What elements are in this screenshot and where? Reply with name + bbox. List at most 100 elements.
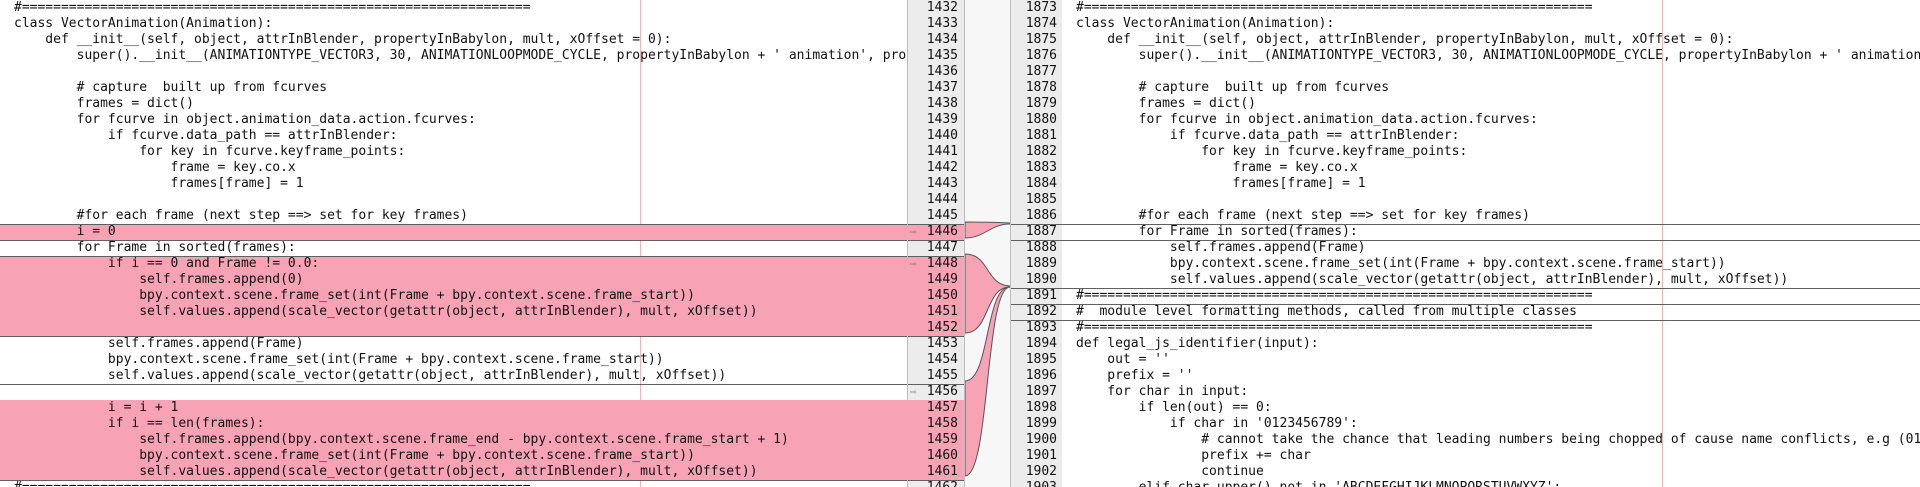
left-code-line[interactable]: self.values.append(scale_vector(getattr(… xyxy=(0,368,907,384)
left-code-line[interactable]: #for each frame (next step ==> set for k… xyxy=(0,208,907,224)
left-code-line[interactable] xyxy=(0,384,907,400)
left-code-line[interactable]: #=======================================… xyxy=(0,0,907,16)
left-code-line[interactable] xyxy=(0,320,907,336)
right-code-line[interactable]: class VectorAnimation(Animation): xyxy=(1062,16,1920,32)
left-code-line[interactable]: for key in fcurve.keyframe_points: xyxy=(0,144,907,160)
left-code-line[interactable]: for Frame in sorted(frames): xyxy=(0,240,907,256)
code-text: #=======================================… xyxy=(1076,320,1593,335)
left-code-line[interactable]: for fcurve in object.animation_data.acti… xyxy=(0,112,907,128)
left-code-line[interactable] xyxy=(0,192,907,208)
right-code-line[interactable]: #=======================================… xyxy=(1062,0,1920,16)
diff-connector xyxy=(965,0,1010,487)
code-text: for char in input: xyxy=(1076,384,1249,399)
line-number: 1452 xyxy=(908,320,964,336)
right-code-line[interactable] xyxy=(1062,192,1920,208)
right-code-line[interactable]: frames = dict() xyxy=(1062,96,1920,112)
right-code-line[interactable]: out = '' xyxy=(1062,352,1920,368)
right-code-line[interactable]: self.values.append(scale_vector(getattr(… xyxy=(1062,272,1920,288)
code-text: for fcurve in object.animation_data.acti… xyxy=(1076,112,1538,127)
right-code-line[interactable]: if len(out) == 0: xyxy=(1062,400,1920,416)
line-number: 1442 xyxy=(926,160,958,175)
right-code-line[interactable]: for char in input: xyxy=(1062,384,1920,400)
code-text: bpy.context.scene.frame_set(int(Frame + … xyxy=(1076,256,1726,271)
line-number: 1882 xyxy=(1025,144,1057,159)
right-code-line[interactable]: prefix += char xyxy=(1062,448,1920,464)
right-code-line[interactable]: frames[frame] = 1 xyxy=(1062,176,1920,192)
right-code-line[interactable]: def legal_js_identifier(input): xyxy=(1062,336,1920,352)
line-number: 1460 xyxy=(908,448,964,464)
right-code-line[interactable]: # module level formatting methods, calle… xyxy=(1062,304,1920,320)
right-code-line[interactable]: if fcurve.data_path == attrInBlender: xyxy=(1062,128,1920,144)
left-code-line[interactable] xyxy=(0,64,907,80)
line-number: 1884 xyxy=(1025,176,1057,191)
code-text: def __init__(self, object, attrInBlender… xyxy=(14,32,672,47)
line-number: 1462 xyxy=(927,480,958,487)
line-number: 1901 xyxy=(1025,448,1057,463)
right-code-line[interactable]: #for each frame (next step ==> set for k… xyxy=(1062,208,1920,224)
left-code-line[interactable]: if i == len(frames): xyxy=(0,416,907,432)
left-code-line[interactable]: super().__init__(ANIMATIONTYPE_VECTOR3, … xyxy=(0,48,907,64)
code-text: #for each frame (next step ==> set for k… xyxy=(14,208,468,223)
left-code-line[interactable]: bpy.context.scene.frame_set(int(Frame + … xyxy=(0,352,907,368)
right-code-line[interactable]: continue xyxy=(1062,464,1920,480)
code-text: self.values.append(scale_vector(getattr(… xyxy=(1076,272,1789,287)
right-code-pane[interactable]: #=======================================… xyxy=(1062,0,1920,487)
left-code-line[interactable]: i = 0 xyxy=(0,224,907,240)
left-code-line[interactable]: self.values.append(scale_vector(getattr(… xyxy=(0,304,907,320)
right-code-line[interactable]: prefix = '' xyxy=(1062,368,1920,384)
right-code-line[interactable]: for fcurve in object.animation_data.acti… xyxy=(1062,112,1920,128)
line-number: 1439 xyxy=(926,112,958,127)
diff-arrow-icon[interactable]: ⇨ xyxy=(910,384,923,400)
right-code-line[interactable]: super().__init__(ANIMATIONTYPE_VECTOR3, … xyxy=(1062,48,1920,64)
line-number: 1453 xyxy=(926,336,958,351)
code-text: i = i + 1 xyxy=(14,400,179,415)
left-code-line[interactable]: bpy.context.scene.frame_set(int(Frame + … xyxy=(0,448,907,464)
line-number: 1892 xyxy=(1025,304,1057,319)
right-code-line[interactable]: for Frame in sorted(frames): xyxy=(1062,224,1920,240)
left-code-line[interactable]: # capture built up from fcurves xyxy=(0,80,907,96)
right-code-line[interactable]: #=======================================… xyxy=(1062,288,1920,304)
left-code-line[interactable]: self.values.append(scale_vector(getattr(… xyxy=(0,464,907,480)
right-code-line[interactable]: self.frames.append(Frame) xyxy=(1062,240,1920,256)
code-text: frames[frame] = 1 xyxy=(14,176,304,191)
left-code-line[interactable]: if i == 0 and Frame != 0.0: xyxy=(0,256,907,272)
left-code-line[interactable]: self.frames.append(0) xyxy=(0,272,907,288)
right-code-line[interactable]: #=======================================… xyxy=(1062,320,1920,336)
left-code-line[interactable]: class VectorAnimation(Animation): xyxy=(0,16,907,32)
left-code-line[interactable]: i = i + 1 xyxy=(0,400,907,416)
code-text: if fcurve.data_path == attrInBlender: xyxy=(14,128,398,143)
diff-block-edge xyxy=(1062,288,1920,289)
right-code-line[interactable]: # capture built up from fcurves xyxy=(1062,80,1920,96)
line-number: 1447 xyxy=(926,240,958,255)
code-text: super().__init__(ANIMATIONTYPE_VECTOR3, … xyxy=(76,48,907,63)
line-number: 1899 xyxy=(1025,416,1057,431)
left-code-line[interactable]: frame = key.co.x xyxy=(0,160,907,176)
left-code-pane[interactable]: #=======================================… xyxy=(0,0,907,487)
code-text: if char in '0123456789': xyxy=(1076,416,1358,431)
right-code-line[interactable]: bpy.context.scene.frame_set(int(Frame + … xyxy=(1062,256,1920,272)
left-code-line[interactable]: self.frames.append(bpy.context.scene.fra… xyxy=(0,432,907,448)
right-code-line[interactable]: frame = key.co.x xyxy=(1062,160,1920,176)
right-code-line[interactable]: elif char.upper() not in 'ABCDEFGHIJKLMN… xyxy=(1062,480,1920,487)
right-code-line[interactable]: # cannot take the chance that leading nu… xyxy=(1062,432,1920,448)
line-number: 1433 xyxy=(926,16,958,31)
left-code-line[interactable]: def __init__(self, object, attrInBlender… xyxy=(0,32,907,48)
diff-arrow-icon[interactable]: ⇨ xyxy=(910,224,923,240)
right-code-line[interactable]: for key in fcurve.keyframe_points: xyxy=(1062,144,1920,160)
left-code-line[interactable]: bpy.context.scene.frame_set(int(Frame + … xyxy=(0,288,907,304)
diff-block-edge xyxy=(908,336,964,337)
right-code-line[interactable] xyxy=(1062,64,1920,80)
right-code-line[interactable]: if char in '0123456789': xyxy=(1062,416,1920,432)
left-code-line[interactable]: if fcurve.data_path == attrInBlender: xyxy=(0,128,907,144)
line-number: 1895 xyxy=(1025,352,1057,367)
left-code-line[interactable]: frames = dict() xyxy=(0,96,907,112)
code-text: class VectorAnimation(Animation): xyxy=(1076,16,1335,31)
line-number: 1432 xyxy=(926,0,958,15)
code-text: self.frames.append(Frame) xyxy=(1076,240,1366,255)
right-code-line[interactable]: def __init__(self, object, attrInBlender… xyxy=(1062,32,1920,48)
left-code-line[interactable]: #=======================================… xyxy=(0,480,907,487)
line-number: 1454 xyxy=(926,352,958,367)
diff-arrow-icon[interactable]: ⇨ xyxy=(910,256,923,272)
left-code-line[interactable]: self.frames.append(Frame) xyxy=(0,336,907,352)
left-code-line[interactable]: frames[frame] = 1 xyxy=(0,176,907,192)
